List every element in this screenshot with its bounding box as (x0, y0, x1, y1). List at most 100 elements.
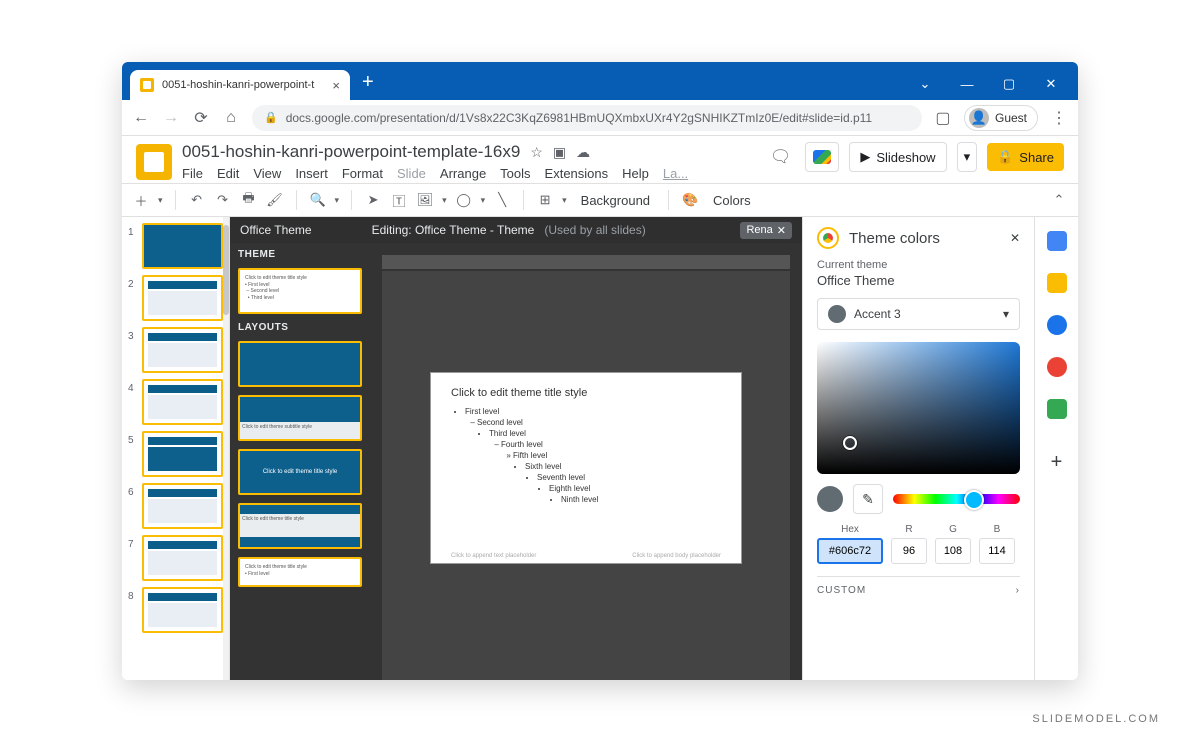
close-window-icon[interactable]: ✕ (1042, 76, 1060, 92)
current-theme-name: Office Theme (817, 273, 1020, 288)
placeholder-icon[interactable]: ⊞ (536, 192, 554, 208)
menu-help[interactable]: Help (622, 166, 649, 181)
meet-button[interactable] (805, 142, 839, 172)
menu-bar: File Edit View Insert Format Slide Arran… (182, 166, 756, 181)
menu-edit[interactable]: Edit (217, 166, 239, 181)
slide-title-placeholder[interactable]: Click to edit theme title style (451, 387, 721, 399)
meet-icon (813, 150, 831, 164)
menu-insert[interactable]: Insert (295, 166, 328, 181)
cloud-icon: ☁ (576, 144, 590, 161)
theme-header: Office Theme Editing: Office Theme - The… (230, 217, 802, 243)
undo-icon[interactable]: ↶ (188, 192, 206, 208)
layout-thumb-4[interactable]: Click to edit theme title style (238, 503, 362, 549)
color-cursor[interactable] (843, 436, 857, 450)
g-input[interactable] (935, 538, 971, 564)
contacts-icon[interactable] (1047, 357, 1067, 377)
maximize-icon[interactable]: ▢ (1000, 76, 1018, 92)
background-button[interactable]: Background (575, 190, 656, 211)
kebab-menu-icon[interactable]: ⋮ (1050, 108, 1068, 128)
comments-icon[interactable]: 🗨 (766, 143, 796, 171)
image-icon[interactable]: 🖼 (416, 192, 434, 208)
slide-thumb-5[interactable] (142, 431, 223, 477)
palette-icon[interactable]: 🎨 (681, 192, 699, 208)
doc-title[interactable]: 0051-hoshin-kanri-powerpoint-template-16… (182, 142, 520, 162)
close-panel-icon[interactable]: ✕ (1010, 231, 1020, 245)
layout-thumb-1[interactable] (238, 341, 362, 387)
print-icon[interactable]: 🖶 (240, 189, 258, 211)
share-label: Share (1019, 150, 1054, 165)
slide-thumb-1[interactable] (142, 223, 223, 269)
collapse-icon[interactable]: ⌃ (1050, 192, 1068, 208)
star-icon[interactable]: ☆ (530, 144, 543, 161)
menu-file[interactable]: File (182, 166, 203, 181)
used-by-label: (Used by all slides) (544, 223, 645, 237)
calendar-icon[interactable] (1047, 231, 1067, 251)
zoom-icon[interactable]: 🔍 (309, 192, 327, 208)
redo-icon[interactable]: ↷ (214, 192, 232, 208)
slide-thumb-7[interactable] (142, 535, 223, 581)
b-input[interactable] (979, 538, 1015, 564)
menu-tools[interactable]: Tools (500, 166, 530, 181)
menu-view[interactable]: View (253, 166, 281, 181)
install-icon[interactable]: ▢ (934, 108, 952, 128)
minimize-icon[interactable]: — (958, 76, 976, 92)
slide-thumb-2[interactable] (142, 275, 223, 321)
main-area: 1 2 3 4 5 6 7 8 Office Theme Editing: Of… (122, 217, 1078, 680)
slideshow-button[interactable]: ▶ Slideshow (849, 142, 946, 172)
omnibox[interactable]: 🔒 docs.google.com/presentation/d/1Vs8x22… (252, 105, 922, 131)
move-icon[interactable]: ▣ (553, 144, 566, 161)
close-icon[interactable]: ✕ (777, 224, 786, 237)
layout-thumb-2[interactable]: Click to edit theme subtitle style (238, 395, 362, 441)
hue-slider[interactable] (893, 494, 1020, 504)
slide-thumb-3[interactable] (142, 327, 223, 373)
current-theme-sub: Current theme (817, 259, 1020, 271)
tasks-icon[interactable] (1047, 315, 1067, 335)
tab-close-icon[interactable]: × (332, 78, 340, 93)
r-input[interactable] (891, 538, 927, 564)
filmstrip-scrollbar[interactable] (223, 217, 229, 680)
new-tab-button[interactable]: + (362, 71, 374, 94)
accent-swatch (828, 305, 846, 323)
new-slide-icon[interactable]: ＋ (132, 191, 150, 210)
shape-icon[interactable]: ◯ (455, 192, 473, 208)
master-slide[interactable]: Click to edit theme title style First le… (431, 373, 741, 563)
color-gradient[interactable] (817, 342, 1020, 474)
menu-extensions[interactable]: Extensions (545, 166, 609, 181)
slide-thumb-6[interactable] (142, 483, 223, 529)
slideshow-dropdown[interactable]: ▾ (957, 142, 978, 172)
slide-thumb-4[interactable] (142, 379, 223, 425)
paint-format-icon[interactable]: 🖌 (266, 192, 284, 208)
slide-thumb-8[interactable] (142, 587, 223, 633)
keep-icon[interactable] (1047, 273, 1067, 293)
colors-button[interactable]: Colors (707, 190, 757, 211)
slides-logo-icon[interactable] (136, 144, 172, 180)
layout-thumb-5[interactable]: Click to edit theme title style• First l… (238, 557, 362, 587)
back-icon[interactable]: ← (132, 109, 150, 127)
accent-select[interactable]: Accent 3 ▾ (817, 298, 1020, 330)
maps-icon[interactable] (1047, 399, 1067, 419)
home-icon[interactable]: ⌂ (222, 109, 240, 127)
menu-slide[interactable]: Slide (397, 166, 426, 181)
master-thumb[interactable]: Click to edit theme title style• First l… (238, 268, 362, 314)
hex-input[interactable] (817, 538, 883, 564)
rename-button[interactable]: Rena ✕ (740, 222, 792, 239)
select-icon[interactable]: ➤ (364, 192, 382, 208)
add-addon-icon[interactable]: + (1051, 451, 1063, 474)
slideshow-label: Slideshow (876, 150, 935, 165)
canvas-bg[interactable]: Click to edit theme title style First le… (382, 271, 790, 680)
eyedropper-button[interactable]: ✎ (853, 484, 883, 514)
menu-arrange[interactable]: Arrange (440, 166, 486, 181)
menu-format[interactable]: Format (342, 166, 383, 181)
reload-icon[interactable]: ⟳ (192, 108, 210, 128)
share-button[interactable]: 🔒 Share (987, 143, 1064, 171)
chevron-down-icon[interactable]: ⌄ (916, 76, 934, 92)
profile-button[interactable]: 👤 Guest (964, 105, 1038, 131)
custom-section[interactable]: CUSTOM › (817, 576, 1020, 596)
menu-overflow[interactable]: La... (663, 166, 688, 181)
layout-thumb-3[interactable]: Click to edit theme title style (238, 449, 362, 495)
dropdown-icon[interactable]: ▾ (158, 195, 163, 206)
browser-tab[interactable]: 0051-hoshin-kanri-powerpoint-t × (130, 70, 350, 100)
textbox-icon[interactable]: 🅃 (390, 191, 408, 210)
line-icon[interactable]: ╲ (493, 192, 511, 208)
forward-icon[interactable]: → (162, 109, 180, 127)
